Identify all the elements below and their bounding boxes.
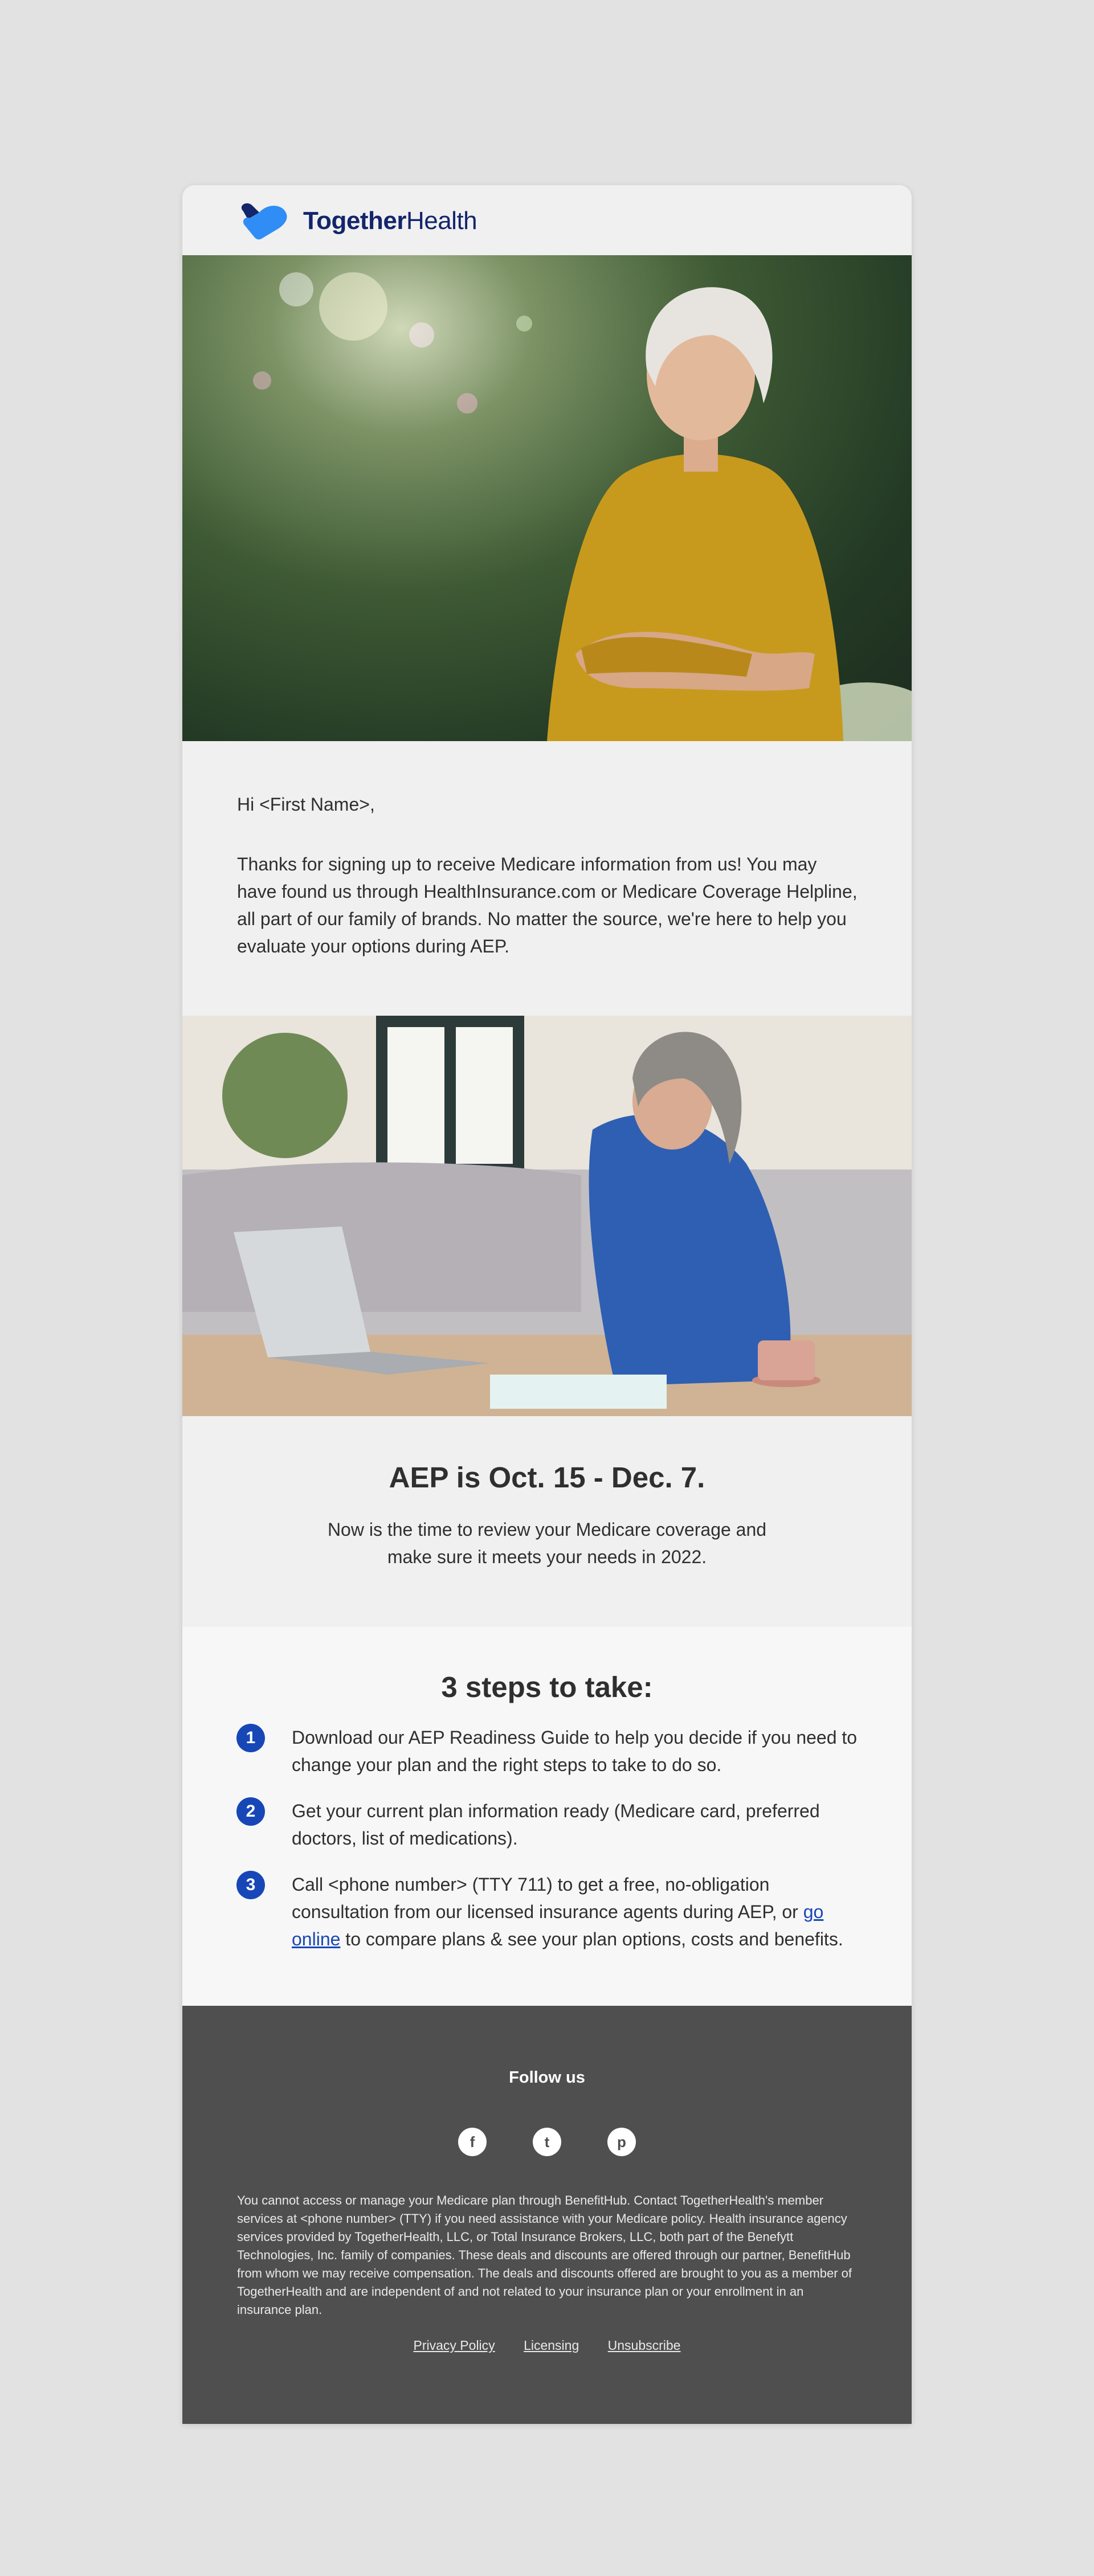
hero-image [182, 255, 912, 741]
email-header: TogetherHealth [182, 185, 912, 255]
hero-woman-photo [253, 272, 912, 741]
twitter-icon[interactable]: t [533, 2128, 561, 2156]
intro-section: Hi <First Name>, Thanks for signing up t… [182, 741, 912, 1016]
aep-heading: AEP is Oct. 15 - Dec. 7. [389, 1461, 705, 1494]
step-text: Call <phone number> (TTY 711) to get a f… [292, 1871, 862, 1953]
licensing-link[interactable]: Licensing [524, 2338, 579, 2353]
unsubscribe-link[interactable]: Unsubscribe [608, 2338, 681, 2353]
privacy-policy-link[interactable]: Privacy Policy [414, 2338, 495, 2353]
follow-us-label: Follow us [509, 2068, 585, 2087]
step-number-badge: 1 [236, 1724, 265, 1752]
laptop-woman-image [182, 1016, 912, 1416]
heart-logo-icon [241, 203, 287, 240]
aep-description: Now is the time to review your Medicare … [327, 1519, 767, 1567]
email-card: TogetherHealth Hi <First Name>, Thanks f… [182, 185, 912, 2424]
footer-links: Privacy Policy Licensing Unsubscribe [182, 2338, 912, 2353]
step-number-badge: 3 [236, 1871, 265, 1899]
steps-section: 3 steps to take: 1 Download our AEP Read… [182, 1627, 912, 2006]
aep-section: AEP is Oct. 15 - Dec. 7. Now is the time… [182, 1416, 912, 1627]
step-number-badge: 2 [236, 1797, 265, 1826]
brand-name-bold: Together [303, 207, 406, 235]
step-text: Get your current plan information ready … [292, 1801, 820, 1849]
brand-logo-text: TogetherHealth [303, 207, 477, 235]
email-footer: Follow us f t p You cannot access or man… [182, 2006, 912, 2424]
intro-paragraph: Thanks for signing up to receive Medicar… [237, 854, 858, 956]
steps-heading: 3 steps to take: [441, 1671, 653, 1703]
step-text-after: to compare plans & see your plan options… [340, 1929, 843, 1949]
laptop-woman-photo [182, 1016, 912, 1416]
legal-disclaimer: You cannot access or manage your Medicar… [237, 2193, 852, 2317]
step-text: Download our AEP Readiness Guide to help… [292, 1727, 858, 1775]
greeting-text: Hi <First Name>, [237, 794, 375, 815]
brand-name-regular: Health [406, 207, 477, 235]
facebook-icon[interactable]: f [458, 2128, 487, 2156]
step-text-before: Call <phone number> (TTY 711) to get a f… [292, 1874, 803, 1922]
pinterest-icon[interactable]: p [607, 2128, 636, 2156]
